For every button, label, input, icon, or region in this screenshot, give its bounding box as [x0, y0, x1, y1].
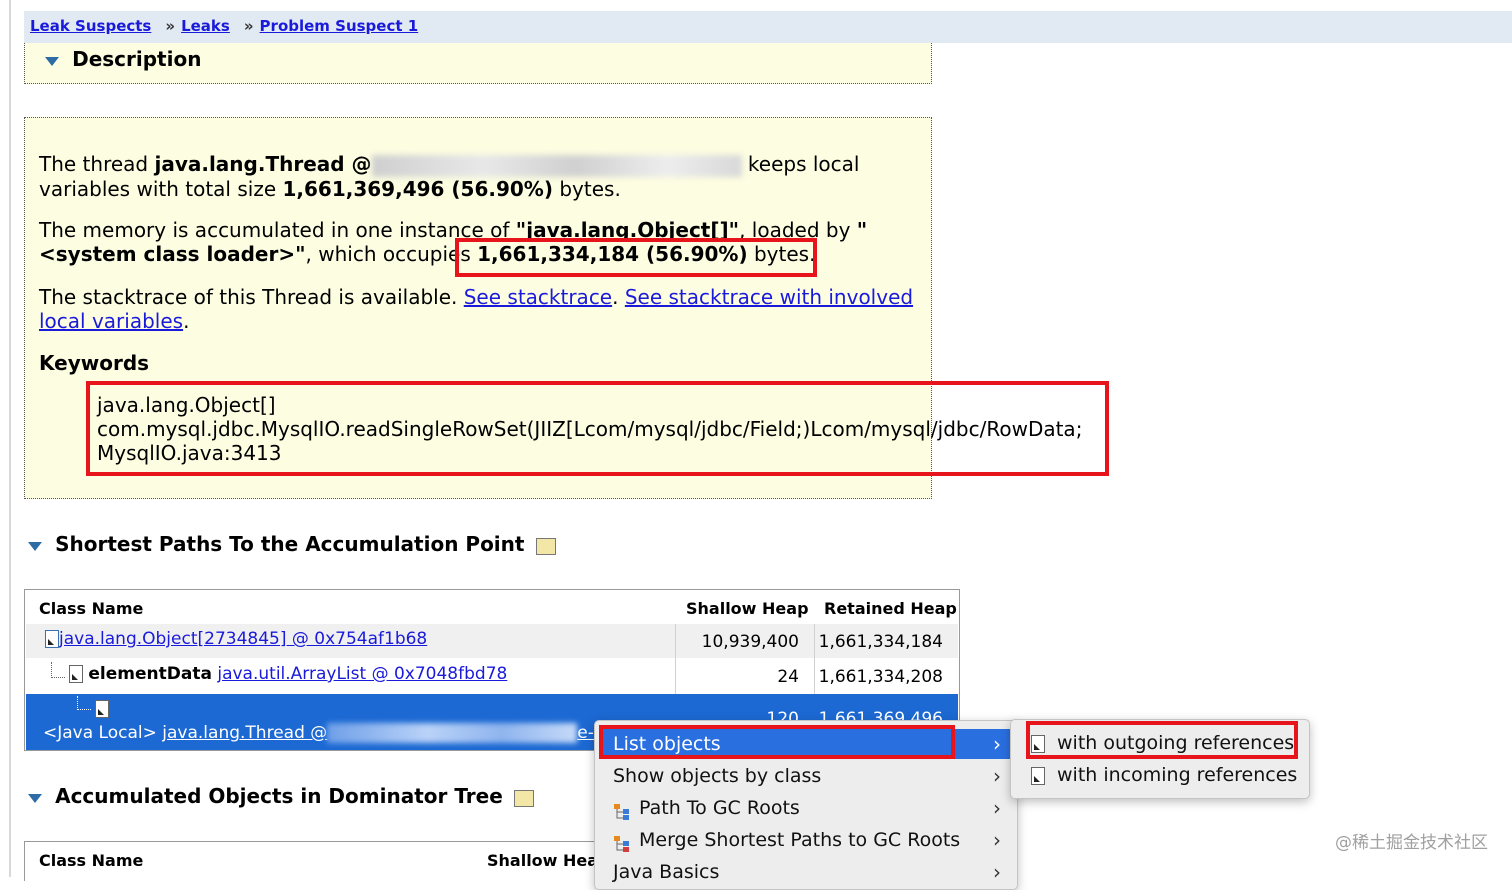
text: bytes. — [552, 176, 621, 201]
dominator-table: Class Name Shallow Heap — [24, 841, 624, 881]
col-shallow-heap[interactable]: Shallow Heap — [686, 599, 809, 618]
redacted-thread-name — [327, 723, 578, 743]
watermark: @稀土掘金技术社区 — [1335, 833, 1488, 853]
breadcrumb-separator: » — [165, 17, 176, 35]
chevron-right-icon: › — [993, 828, 1001, 852]
description-toggle[interactable]: Description — [45, 47, 201, 71]
text: . — [612, 285, 625, 309]
menu-item-label: with incoming references — [1057, 764, 1298, 786]
open-in-tab-icon[interactable] — [535, 538, 556, 555]
description-header-box: Description — [24, 43, 932, 84]
row2-shallow: 24 — [777, 667, 799, 687]
row1-retained: 1,661,334,184 — [818, 632, 943, 652]
annotation-highlight — [86, 381, 1109, 476]
column-divider — [675, 624, 676, 694]
open-in-tab-icon[interactable] — [513, 790, 534, 807]
object-icon — [69, 665, 83, 683]
col-class-name[interactable]: Class Name — [39, 599, 143, 618]
see-stacktrace-vars-link-cont[interactable]: local variables — [39, 309, 183, 333]
keywords-title: Keywords — [39, 351, 150, 375]
thread-summary: The thread java.lang.Thread @ keeps loca… — [39, 152, 919, 201]
array-object-icon — [45, 630, 59, 648]
stacktrace-note: The stacktrace of this Thread is availab… — [39, 285, 919, 333]
row3-class: <Java Local> java.lang.Thread @e-63 — [43, 723, 616, 743]
local-label: <Java Local> — [43, 723, 157, 743]
menu-item-label: Merge Shortest Paths to GC Roots — [639, 829, 961, 851]
redacted-thread-name — [371, 154, 742, 177]
menu-item-label: Java Basics — [613, 861, 720, 883]
text: " — [856, 218, 868, 242]
object-link[interactable]: java.lang.Thread @ — [162, 723, 327, 743]
text: keeps local — [741, 152, 860, 176]
object-link[interactable]: java.lang.Object[2734845] @ 0x754af1b68 — [59, 629, 427, 649]
collapse-triangle-icon — [28, 794, 42, 803]
left-gutter-divider — [9, 0, 11, 877]
annotation-highlight — [455, 238, 817, 277]
description-title: Description — [72, 47, 202, 71]
text: , which occupies — [305, 242, 478, 266]
collapse-triangle-icon — [45, 57, 59, 66]
see-stacktrace-link[interactable]: See stacktrace — [464, 285, 612, 309]
path-gc-icon — [613, 800, 629, 820]
chevron-right-icon: › — [993, 732, 1001, 756]
row1-class: java.lang.Object[2734845] @ 0x754af1b68 — [45, 629, 427, 649]
row2-retained: 1,661,334,208 — [818, 667, 943, 687]
class-loader: <system class loader>" — [39, 242, 306, 266]
shortest-paths-header[interactable]: Shortest Paths To the Accumulation Point — [28, 532, 556, 556]
text: . — [183, 309, 190, 333]
merge-paths-icon — [613, 832, 629, 852]
collapse-triangle-icon — [28, 542, 42, 551]
menu-item-incoming-references[interactable]: with incoming references — [1025, 760, 1303, 790]
thread-object-icon — [95, 699, 109, 718]
menu-item-label: Path To GC Roots — [639, 797, 800, 819]
breadcrumb: Leak Suspects » Leaks » Problem Suspect 1 — [24, 11, 1512, 43]
col-retained-heap[interactable]: Retained Heap — [824, 599, 957, 618]
breadcrumb-problem-suspect[interactable]: Problem Suspect 1 — [260, 17, 419, 35]
tree-connector — [51, 662, 65, 678]
chevron-right-icon: › — [993, 796, 1001, 820]
shortest-paths-title: Shortest Paths To the Accumulation Point — [55, 532, 525, 556]
thread-class: java.lang.Thread @ — [154, 152, 372, 176]
menu-item-path-to-gc-roots[interactable]: Path To GC Roots › — [601, 793, 1011, 823]
menu-item-merge-shortest-paths[interactable]: Merge Shortest Paths to GC Roots › — [601, 825, 1011, 855]
col-shallow-heap[interactable]: Shallow Heap — [487, 851, 610, 870]
field-name: elementData — [88, 664, 212, 684]
dominator-header[interactable]: Accumulated Objects in Dominator Tree — [28, 784, 534, 808]
breadcrumb-leaks[interactable]: Leaks — [181, 17, 230, 35]
menu-item-label: Show objects by class — [613, 765, 822, 787]
row1-shallow: 10,939,400 — [701, 632, 799, 652]
text: The memory is accumulated in one instanc… — [39, 218, 516, 242]
total-size: 1,661,369,496 (56.90%) — [282, 176, 553, 201]
text: The stacktrace of this Thread is availab… — [39, 285, 464, 309]
chevron-right-icon: › — [993, 860, 1001, 884]
incoming-refs-icon — [1031, 766, 1045, 785]
dominator-title: Accumulated Objects in Dominator Tree — [55, 784, 503, 808]
annotation-highlight — [1026, 721, 1298, 759]
column-divider — [814, 624, 815, 694]
tree-connector — [77, 696, 91, 710]
row2-class: elementData java.util.ArrayList @ 0x7048… — [69, 664, 507, 684]
breadcrumb-separator: » — [243, 17, 254, 35]
annotation-highlight — [599, 725, 955, 759]
breadcrumb-leak-suspects[interactable]: Leak Suspects — [30, 17, 151, 35]
menu-item-java-basics[interactable]: Java Basics › — [601, 857, 1011, 887]
see-stacktrace-vars-link[interactable]: See stacktrace with involved — [625, 285, 913, 309]
object-link[interactable]: java.util.ArrayList @ 0x7048fbd78 — [217, 664, 507, 684]
text: variables with total size — [39, 176, 283, 201]
col-class-name[interactable]: Class Name — [39, 851, 143, 870]
text: The thread — [39, 152, 155, 176]
menu-item-show-objects-by-class[interactable]: Show objects by class › — [601, 761, 1011, 791]
chevron-right-icon: › — [993, 764, 1001, 788]
